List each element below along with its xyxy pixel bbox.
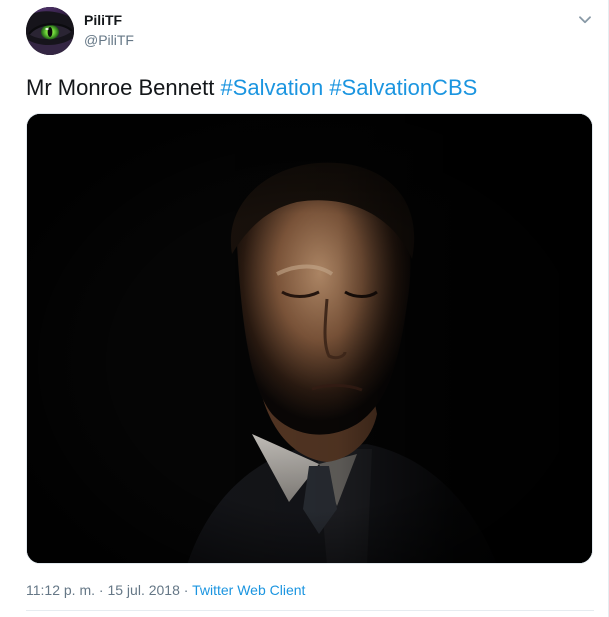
photo-man-in-suit xyxy=(27,114,592,563)
divider xyxy=(26,610,594,611)
tweet-text-body: Mr Monroe Bennett xyxy=(26,75,221,100)
tweet-date[interactable]: 15 jul. 2018 xyxy=(107,582,179,598)
tweet-card: PiliTF @PiliTF Mr Monroe Bennett #Salvat… xyxy=(0,0,608,617)
tweet-photo[interactable] xyxy=(26,113,593,564)
chevron-down-icon xyxy=(579,16,591,24)
tweet-client-link[interactable]: Twitter Web Client xyxy=(192,582,305,598)
author-handle[interactable]: @PiliTF xyxy=(84,32,134,48)
meta-separator: · xyxy=(95,582,108,598)
author-avatar[interactable] xyxy=(26,7,74,55)
hashtag-salvation[interactable]: #Salvation xyxy=(220,75,323,100)
eye-avatar-icon xyxy=(26,7,74,55)
tweet-time[interactable]: 11:12 p. m. xyxy=(26,582,95,598)
author-display-name[interactable]: PiliTF xyxy=(84,12,122,28)
hashtag-salvationcbs[interactable]: #SalvationCBS xyxy=(329,75,477,100)
tweet-menu-button[interactable] xyxy=(575,10,595,30)
tweet-text: Mr Monroe Bennett #Salvation #SalvationC… xyxy=(26,74,477,102)
tweet-meta: 11:12 p. m. · 15 jul. 2018 · Twitter Web… xyxy=(26,582,305,598)
meta-separator: · xyxy=(179,582,193,598)
